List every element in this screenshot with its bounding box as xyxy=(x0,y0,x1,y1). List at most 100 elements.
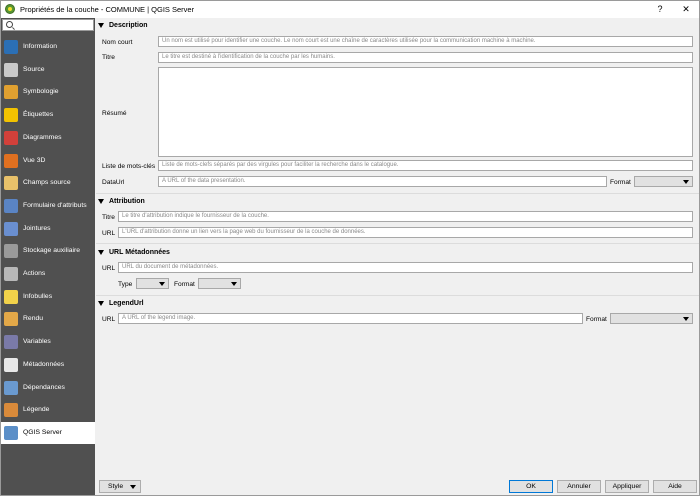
layer-properties-dialog: Propriétés de la couche - COMMUNE | QGIS… xyxy=(0,0,700,496)
sidebar-item-label: Champs source xyxy=(23,179,71,186)
dependencies-icon xyxy=(4,381,18,395)
sidebar-item[interactable]: Champs source xyxy=(1,172,95,194)
sidebar-item-label: Légende xyxy=(23,406,50,413)
auxiliary-storage-icon xyxy=(4,244,18,258)
metadata-url-field[interactable]: URL du document de métadonnées. xyxy=(118,262,693,273)
sidebar-item[interactable]: Information xyxy=(1,36,95,58)
qgis-server-panel: Description Nom court Un nom est utilisé… xyxy=(96,18,699,478)
metadata-format-combo[interactable] xyxy=(198,278,241,289)
sidebar-item-label: Symbologie xyxy=(23,88,59,95)
sidebar-item[interactable]: Métadonnées xyxy=(1,354,95,376)
sidebar-item[interactable]: Stockage auxiliaire xyxy=(1,240,95,262)
sidebar-item[interactable]: Diagrammes xyxy=(1,127,95,149)
sidebar-item[interactable]: Dépendances xyxy=(1,377,95,399)
style-dropdown-button[interactable]: Style xyxy=(99,480,141,493)
dataurl-field[interactable]: A URL of the data presentation. xyxy=(158,176,607,187)
short-name-label: Nom court xyxy=(102,39,133,46)
sidebar-item[interactable]: Rendu xyxy=(1,308,95,330)
sidebar-item[interactable]: Étiquettes xyxy=(1,104,95,126)
apply-button[interactable]: Appliquer xyxy=(605,480,649,493)
labels-abc-icon xyxy=(4,108,18,122)
title-field[interactable]: Le titre est destiné à l'identification … xyxy=(158,52,693,63)
metadata-url-label: URL xyxy=(102,265,116,272)
qgis-server-icon xyxy=(4,426,18,440)
collapse-arrow-icon xyxy=(98,300,104,306)
attribution-url-label: URL xyxy=(102,230,116,237)
legend-format-label: Format xyxy=(586,316,607,323)
abstract-label: Résumé xyxy=(102,110,127,117)
dataurl-format-combo[interactable] xyxy=(634,176,693,187)
metadata-type-label: Type xyxy=(118,281,133,288)
collapse-arrow-icon xyxy=(98,22,104,28)
sidebar-item[interactable]: QGIS Server xyxy=(1,422,95,444)
metadata-url-header-label: URL Métadonnées xyxy=(109,249,170,256)
sidebar-item[interactable]: Jointures xyxy=(1,218,95,240)
metadata-icon xyxy=(4,358,18,372)
sidebar-item[interactable]: Source xyxy=(1,59,95,81)
metadata-format-label: Format xyxy=(174,281,195,288)
sidebar-item-label: Variables xyxy=(23,338,51,345)
joins-icon xyxy=(4,222,18,236)
window-title: Propriétés de la couche - COMMUNE | QGIS… xyxy=(20,5,195,14)
sidebar-item-label: Diagrammes xyxy=(23,134,62,141)
collapse-arrow-icon xyxy=(98,198,104,204)
sidebar-item[interactable]: Actions xyxy=(1,263,95,285)
collapse-arrow-icon xyxy=(98,249,104,255)
source-fields-icon xyxy=(4,176,18,190)
rendering-brush-icon xyxy=(4,312,18,326)
sidebar-item[interactable]: Infobulles xyxy=(1,286,95,308)
sidebar-item-label: Formulaire d'attributs xyxy=(23,202,87,209)
title-label: Titre xyxy=(102,54,115,61)
dataurl-format-label: Format xyxy=(610,179,631,186)
sidebar-item-label: Étiquettes xyxy=(23,111,54,118)
sidebar-search-input[interactable] xyxy=(2,19,94,31)
sidebar: Information Source Symbologie Étiquettes Dia… xyxy=(1,18,95,495)
sidebar-item-label: Source xyxy=(23,66,45,73)
attribution-title-field[interactable]: Le titre d'attribution indique le fourni… xyxy=(118,211,693,222)
divider xyxy=(96,243,699,244)
description-header-label: Description xyxy=(109,22,148,29)
legend-icon xyxy=(4,403,18,417)
attribution-url-field[interactable]: L'URL d'attribution donne un lien vers l… xyxy=(118,227,693,238)
symbology-brush-icon xyxy=(4,85,18,99)
close-window-button[interactable]: ✕ xyxy=(679,3,693,15)
metadata-type-combo[interactable] xyxy=(136,278,169,289)
qgis-logo-icon xyxy=(5,4,15,14)
attribution-section-header[interactable]: Attribution xyxy=(98,198,145,205)
divider xyxy=(96,295,699,296)
cancel-button[interactable]: Annuler xyxy=(557,480,601,493)
sidebar-item[interactable]: Symbologie xyxy=(1,81,95,103)
legend-url-label: URL xyxy=(102,316,116,323)
legend-url-header-label: LegendUrl xyxy=(109,300,144,307)
ok-button[interactable]: OK xyxy=(509,480,553,493)
help-button[interactable]: Aide xyxy=(653,480,697,493)
keywords-field[interactable]: Liste de mots-clefs séparés par des virg… xyxy=(158,160,693,171)
sidebar-item-label: Actions xyxy=(23,270,46,277)
sidebar-item[interactable]: Formulaire d'attributs xyxy=(1,195,95,217)
metadata-url-section-header[interactable]: URL Métadonnées xyxy=(98,249,170,256)
style-button-label: Style xyxy=(108,483,124,490)
search-icon xyxy=(6,21,13,28)
title-bar: Propriétés de la couche - COMMUNE | QGIS… xyxy=(1,1,699,18)
legend-url-section-header[interactable]: LegendUrl xyxy=(98,300,144,307)
legend-format-combo[interactable] xyxy=(610,313,693,324)
legend-url-field[interactable]: A URL of the legend image. xyxy=(118,313,583,324)
description-section-header[interactable]: Description xyxy=(98,22,148,29)
attribution-header-label: Attribution xyxy=(109,198,145,205)
sidebar-item[interactable]: Légende xyxy=(1,399,95,421)
diagram-icon xyxy=(4,131,18,145)
sidebar-item-label: Vue 3D xyxy=(23,157,46,164)
abstract-textarea[interactable] xyxy=(158,67,693,157)
sidebar-item-label: Jointures xyxy=(23,225,51,232)
short-name-field[interactable]: Un nom est utilisé pour identifier une c… xyxy=(158,36,693,47)
sidebar-item-label: Rendu xyxy=(23,315,44,322)
sidebar-item[interactable]: Vue 3D xyxy=(1,150,95,172)
help-title-button[interactable]: ? xyxy=(653,3,667,15)
attribution-title-label: Titre xyxy=(102,214,115,221)
sidebar-item[interactable]: Variables xyxy=(1,331,95,353)
dataurl-label: DataUrl xyxy=(102,179,125,186)
sidebar-item-label: QGIS Server xyxy=(23,429,62,436)
sidebar-item-label: Métadonnées xyxy=(23,361,65,368)
sidebar-item-label: Information xyxy=(23,43,58,50)
divider xyxy=(96,193,699,194)
